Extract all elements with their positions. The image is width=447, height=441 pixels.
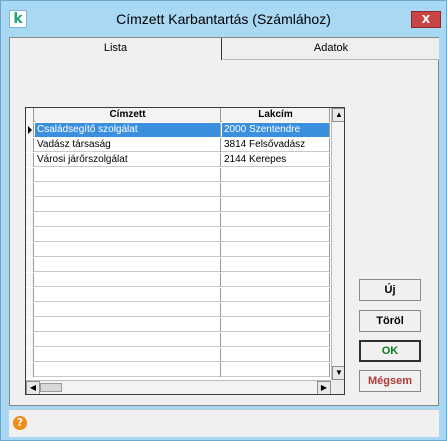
empty-cell[interactable] bbox=[222, 288, 330, 302]
table-row[interactable]: Családsegítő szolgálat 2000 Szentendre bbox=[26, 123, 330, 137]
empty-cell[interactable] bbox=[222, 183, 330, 197]
window-title: Címzett Karbantartás (Számlához) bbox=[116, 11, 331, 27]
empty-row[interactable] bbox=[26, 363, 330, 377]
row-pointer-icon bbox=[28, 126, 32, 134]
empty-cell[interactable] bbox=[35, 228, 221, 242]
empty-cell[interactable] bbox=[35, 258, 221, 272]
row-indicator bbox=[26, 153, 34, 167]
empty-cell[interactable] bbox=[35, 333, 221, 347]
cell-cimzett[interactable]: Városi járőrszolgálat bbox=[35, 153, 221, 167]
empty-cell[interactable] bbox=[222, 363, 330, 377]
row-indicator bbox=[26, 213, 34, 227]
new-button[interactable]: Új bbox=[359, 279, 421, 301]
empty-row[interactable] bbox=[26, 198, 330, 212]
cell-cimzett[interactable]: Családsegítő szolgálat bbox=[35, 123, 221, 137]
title-bar[interactable]: k Címzett Karbantartás (Számlához) X bbox=[1, 1, 446, 37]
cell-lakcim[interactable]: 3814 Felsővadász bbox=[222, 138, 330, 152]
cancel-button[interactable]: Mégsem bbox=[359, 370, 421, 392]
empty-row[interactable] bbox=[26, 303, 330, 317]
table-row[interactable]: Vadász társaság 3814 Felsővadász bbox=[26, 138, 330, 152]
empty-cell[interactable] bbox=[35, 198, 221, 212]
empty-row[interactable] bbox=[26, 288, 330, 302]
row-indicator bbox=[26, 258, 34, 272]
tab-label: Adatok bbox=[313, 42, 349, 54]
cell-lakcim[interactable]: 2000 Szentendre bbox=[222, 123, 330, 137]
empty-row[interactable] bbox=[26, 273, 330, 287]
empty-cell[interactable] bbox=[222, 213, 330, 227]
row-indicator bbox=[26, 288, 34, 302]
empty-row[interactable] bbox=[26, 348, 330, 362]
scroll-up-icon[interactable]: ▲ bbox=[332, 108, 344, 122]
client-area: Lista Adatok Címzett Lakcím Családsegítő… bbox=[9, 37, 439, 406]
empty-cell[interactable] bbox=[222, 198, 330, 212]
empty-cell[interactable] bbox=[222, 318, 330, 332]
tab-label: Lista bbox=[103, 42, 128, 54]
empty-row[interactable] bbox=[26, 243, 330, 257]
empty-cell[interactable] bbox=[35, 318, 221, 332]
empty-cell[interactable] bbox=[35, 273, 221, 287]
status-bar: ? bbox=[9, 409, 439, 437]
empty-cell[interactable] bbox=[222, 258, 330, 272]
empty-cell[interactable] bbox=[222, 168, 330, 182]
row-indicator bbox=[26, 318, 34, 332]
scroll-down-icon[interactable]: ▼ bbox=[332, 366, 344, 380]
row-indicator bbox=[26, 183, 34, 197]
empty-cell[interactable] bbox=[222, 243, 330, 257]
empty-cell[interactable] bbox=[35, 303, 221, 317]
empty-cell[interactable] bbox=[35, 348, 221, 362]
row-indicator bbox=[26, 273, 34, 287]
row-indicator bbox=[26, 198, 34, 212]
empty-cell[interactable] bbox=[35, 183, 221, 197]
main-window: k Címzett Karbantartás (Számlához) X Lis… bbox=[0, 0, 447, 441]
empty-cell[interactable] bbox=[222, 348, 330, 362]
empty-cell[interactable] bbox=[35, 213, 221, 227]
scrollbar-corner bbox=[331, 380, 344, 394]
help-icon[interactable]: ? bbox=[13, 416, 27, 430]
cell-cimzett[interactable]: Vadász társaság bbox=[35, 138, 221, 152]
row-indicator bbox=[26, 348, 34, 362]
grid-header: Címzett Lakcím bbox=[26, 108, 330, 122]
scroll-left-icon[interactable]: ◀ bbox=[26, 381, 40, 394]
empty-cell[interactable] bbox=[222, 228, 330, 242]
row-indicator bbox=[26, 123, 34, 137]
empty-row[interactable] bbox=[26, 213, 330, 227]
tab-page-lista: Címzett Lakcím Családsegítő szolgálat 20… bbox=[12, 60, 438, 405]
empty-row[interactable] bbox=[26, 333, 330, 347]
empty-cell[interactable] bbox=[35, 288, 221, 302]
column-header-lakcim[interactable]: Lakcím bbox=[222, 108, 330, 122]
empty-cell[interactable] bbox=[35, 243, 221, 257]
column-header-cimzett[interactable]: Címzett bbox=[35, 108, 221, 122]
scroll-right-icon[interactable]: ▶ bbox=[317, 381, 331, 394]
cell-lakcim[interactable]: 2144 Kerepes bbox=[222, 153, 330, 167]
tab-lista[interactable]: Lista bbox=[10, 38, 222, 60]
empty-row[interactable] bbox=[26, 258, 330, 272]
header-indicator-cell bbox=[26, 108, 34, 122]
row-indicator bbox=[26, 228, 34, 242]
close-icon: X bbox=[421, 13, 431, 26]
row-indicator bbox=[26, 168, 34, 182]
row-indicator bbox=[26, 243, 34, 257]
empty-cell[interactable] bbox=[222, 303, 330, 317]
empty-row[interactable] bbox=[26, 168, 330, 182]
empty-row[interactable] bbox=[26, 183, 330, 197]
row-indicator bbox=[26, 363, 34, 377]
empty-row[interactable] bbox=[26, 228, 330, 242]
empty-cell[interactable] bbox=[222, 273, 330, 287]
vertical-scrollbar[interactable]: ▲ ▼ bbox=[331, 108, 344, 380]
delete-button[interactable]: Töröl bbox=[359, 310, 421, 332]
ok-button[interactable]: OK bbox=[359, 340, 421, 362]
tab-adatok[interactable]: Adatok bbox=[223, 38, 439, 60]
horizontal-scrollbar[interactable]: ◀ ▶ bbox=[26, 380, 344, 394]
row-indicator bbox=[26, 333, 34, 347]
table-row[interactable]: Városi járőrszolgálat 2144 Kerepes bbox=[26, 153, 330, 167]
empty-cell[interactable] bbox=[35, 168, 221, 182]
empty-row[interactable] bbox=[26, 318, 330, 332]
close-button[interactable]: X bbox=[411, 11, 441, 28]
horizontal-scroll-thumb[interactable] bbox=[40, 383, 62, 392]
recipient-grid[interactable]: Címzett Lakcím Családsegítő szolgálat 20… bbox=[25, 107, 345, 395]
row-indicator bbox=[26, 303, 34, 317]
empty-cell[interactable] bbox=[222, 333, 330, 347]
empty-cell[interactable] bbox=[35, 363, 221, 377]
row-indicator bbox=[26, 138, 34, 152]
